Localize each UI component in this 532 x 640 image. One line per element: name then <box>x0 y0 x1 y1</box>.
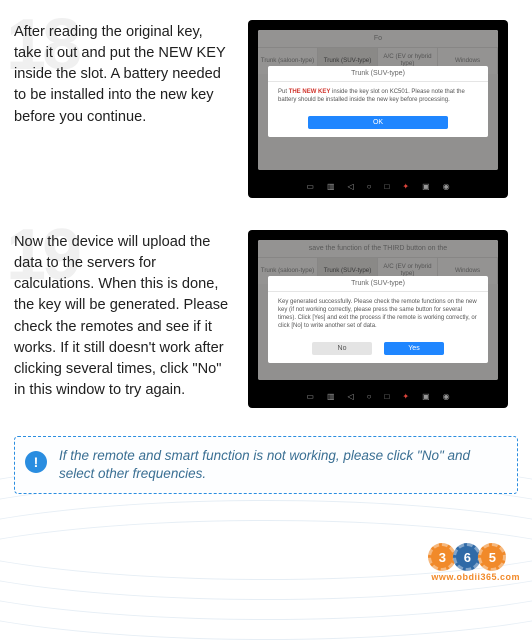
site-logo: 3 6 5 www.obdii365.com <box>431 543 520 582</box>
modal-title: Trunk (SUV-type) <box>268 66 488 82</box>
modal-body: Key generated successfully. Please check… <box>268 292 488 338</box>
nav-shot-icon[interactable]: ◉ <box>443 182 450 191</box>
gear-6: 6 <box>453 543 481 571</box>
step-19: 19 Now the device will upload the data t… <box>0 210 532 420</box>
nav-recent-icon[interactable]: ▭ <box>306 392 314 401</box>
step-18-screenshot: Fo Trunk (saloon-type) Trunk (SUV-type) … <box>248 20 522 198</box>
step-18-text: After reading the original key, take it … <box>14 16 234 128</box>
nav-grid-icon[interactable]: ▥ <box>327 392 335 401</box>
no-button[interactable]: No <box>312 342 372 355</box>
tablet-frame: Fo Trunk (saloon-type) Trunk (SUV-type) … <box>248 20 508 198</box>
tablet-screen: save the function of the THIRD button on… <box>258 240 498 380</box>
nav-recent-icon[interactable]: ▭ <box>306 182 314 191</box>
modal-buttons: OK <box>268 112 488 137</box>
modal-dialog: Trunk (SUV-type) Put THE NEW KEY inside … <box>268 66 488 137</box>
note-text: If the remote and smart function is not … <box>59 448 470 481</box>
nav-vc-icon[interactable]: ✦ <box>402 392 409 401</box>
nav-home-icon[interactable]: ○ <box>367 182 372 191</box>
nav-vc-icon[interactable]: ✦ <box>402 182 409 191</box>
note-box: ! If the remote and smart function is no… <box>14 436 518 494</box>
tablet-screen: Fo Trunk (saloon-type) Trunk (SUV-type) … <box>258 30 498 170</box>
gear-logo: 3 6 5 <box>431 543 520 571</box>
nav-square-icon[interactable]: □ <box>385 182 390 191</box>
nav-camera-icon[interactable]: ▣ <box>422 182 430 191</box>
gear-3: 3 <box>428 543 456 571</box>
modal-body: Put THE NEW KEY inside the key slot on K… <box>268 82 488 112</box>
nav-square-icon[interactable]: □ <box>385 392 390 401</box>
android-navbar: ▭ ▥ ◁ ○ □ ✦ ▣ ◉ <box>258 388 498 404</box>
nav-back-icon[interactable]: ◁ <box>348 182 354 191</box>
step-19-text: Now the device will upload the data to t… <box>14 226 234 401</box>
android-navbar: ▭ ▥ ◁ ○ □ ✦ ▣ ◉ <box>258 178 498 194</box>
modal-dialog: Trunk (SUV-type) Key generated successfu… <box>268 276 488 363</box>
nav-home-icon[interactable]: ○ <box>367 392 372 401</box>
modal-title: Trunk (SUV-type) <box>268 276 488 292</box>
nav-back-icon[interactable]: ◁ <box>348 392 354 401</box>
gear-5: 5 <box>478 543 506 571</box>
step-19-screenshot: save the function of the THIRD button on… <box>248 230 522 408</box>
nav-shot-icon[interactable]: ◉ <box>443 392 450 401</box>
modal-text-highlight: THE NEW KEY <box>289 89 331 95</box>
nav-grid-icon[interactable]: ▥ <box>327 182 335 191</box>
logo-url: www.obdii365.com <box>431 572 520 582</box>
ok-button[interactable]: OK <box>308 116 448 129</box>
step-18: 18 After reading the original key, take … <box>0 0 532 210</box>
modal-buttons: No Yes <box>268 338 488 363</box>
tablet-frame: save the function of the THIRD button on… <box>248 230 508 408</box>
nav-camera-icon[interactable]: ▣ <box>422 392 430 401</box>
modal-text-pre: Put <box>278 89 289 95</box>
yes-button[interactable]: Yes <box>384 342 444 355</box>
info-icon: ! <box>25 451 47 473</box>
